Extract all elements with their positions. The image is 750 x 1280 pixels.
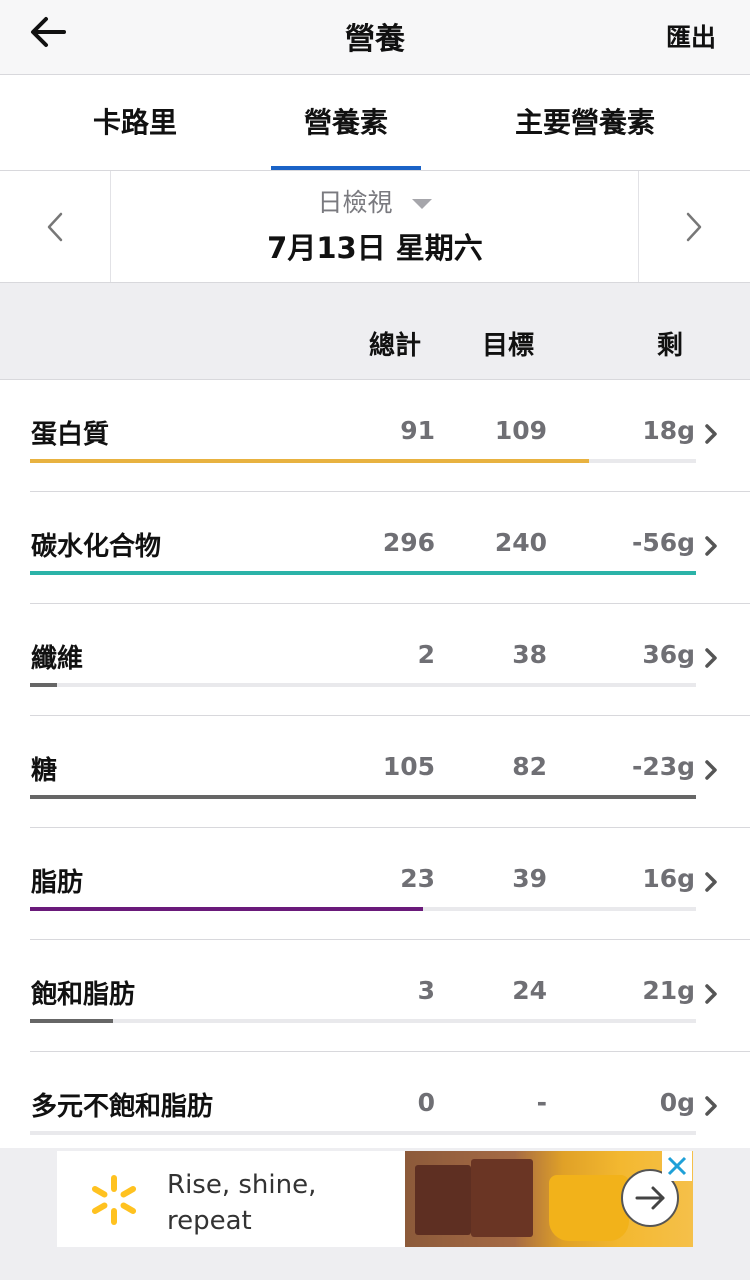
nutrient-total: 296 [382,528,435,557]
date-navigator: 日檢視 7月13日 星期六 [0,171,750,283]
nutrient-row[interactable]: 纖維 2 38 36g [0,604,750,716]
nutrient-name: 纖維 [31,644,84,674]
chevron-right-icon [705,872,717,892]
column-goal: 目標 [482,331,535,361]
nutrient-remaining: -56g [631,528,695,557]
nutrient-goal: 240 [494,528,547,557]
nutrient-total: 2 [417,640,435,669]
nutrient-list: 蛋白質 91 109 18g 碳水化合物 296 240 -56g 纖維 2 38 36g 糖 105 82… [0,380,750,1164]
chevron-right-icon [705,536,717,556]
nutrient-remaining: 36g [642,640,695,669]
ad-line-2: repeat [167,1206,252,1236]
progress-fill [30,459,589,463]
progress-fill [30,571,696,575]
nutrient-row[interactable]: 碳水化合物 296 240 -56g [0,492,750,604]
progress-track [30,571,696,575]
progress-track [30,683,696,687]
nutrient-remaining: 16g [642,864,695,893]
nutrient-row[interactable]: 飽和脂肪 3 24 21g [0,940,750,1052]
nutrient-row[interactable]: 糖 105 82 -23g [0,716,750,828]
ad-banner-area: Rise, shine, repeat [0,1148,750,1280]
view-mode-label: 日檢視 [317,188,393,217]
nutrient-total: 105 [382,752,435,781]
nutrient-name: 蛋白質 [31,420,110,450]
chevron-right-icon [705,648,717,668]
nutrient-goal: 24 [512,976,547,1005]
nutrient-name: 糖 [31,756,58,786]
nutrient-name: 多元不飽和脂肪 [31,1092,214,1122]
nutrient-total: 91 [400,416,435,445]
coffee-mug-image [549,1175,629,1241]
dropdown-caret-icon [412,199,433,209]
nutrient-name: 碳水化合物 [31,532,162,562]
coffee-box-image [415,1165,471,1235]
progress-track [30,1131,696,1135]
tab-bar: 卡路里 營養素 主要營養素 [0,75,750,171]
nutrient-goal: 82 [512,752,547,781]
nutrient-remaining: 18g [642,416,695,445]
tab-calories[interactable]: 卡路里 [30,75,240,170]
ad-close-button[interactable] [662,1151,692,1181]
progress-track [30,907,696,911]
progress-track [30,459,696,463]
close-icon [667,1156,687,1176]
page-title: 營養 [345,22,405,57]
nutrient-goal: 38 [512,640,547,669]
chevron-right-icon [705,1096,717,1116]
nutrient-row[interactable]: 脂肪 23 39 16g [0,828,750,940]
export-button[interactable]: 匯出 [666,18,716,54]
column-left: 剩 [657,331,684,361]
ad-line-1: Rise, shine, [167,1170,317,1200]
tab-macronutrients[interactable]: 主要營養素 [480,75,690,170]
ad-banner[interactable]: Rise, shine, repeat [57,1151,693,1247]
progress-fill [30,683,57,687]
top-bar: 營養 匯出 [0,0,750,75]
nutrition-screen: 營養 匯出 卡路里 營養素 主要營養素 日檢視 7月13日 星期六 總計 目標 … [0,0,750,1280]
ad-copy: Rise, shine, repeat [167,1167,316,1239]
progress-fill [30,795,696,799]
progress-fill [30,1019,113,1023]
nutrient-remaining: 21g [642,976,695,1005]
nutrient-goal: 109 [494,416,547,445]
chevron-right-icon [705,760,717,780]
progress-track [30,1019,696,1023]
column-total: 總計 [369,331,422,361]
nutrient-total: 0 [417,1088,435,1117]
nutrient-name: 脂肪 [31,868,84,898]
nutrient-row[interactable]: 蛋白質 91 109 18g [0,380,750,492]
progress-fill [30,907,423,911]
nutrient-goal: - [536,1088,547,1117]
nutrient-remaining: 0g [659,1088,695,1117]
nutrient-total: 23 [400,864,435,893]
walmart-spark-icon [91,1175,137,1225]
progress-track [30,795,696,799]
nutrient-total: 3 [417,976,435,1005]
chevron-right-icon [686,212,702,242]
next-day-button[interactable] [638,171,750,282]
chevron-right-icon [705,424,717,444]
column-header: 總計 目標 剩 [0,283,750,380]
nutrient-name: 飽和脂肪 [31,980,136,1010]
coffee-box-image [471,1159,533,1237]
tab-nutrients[interactable]: 營養素 [271,75,421,170]
nutrient-remaining: -23g [631,752,695,781]
nutrient-goal: 39 [512,864,547,893]
chevron-right-icon [705,984,717,1004]
